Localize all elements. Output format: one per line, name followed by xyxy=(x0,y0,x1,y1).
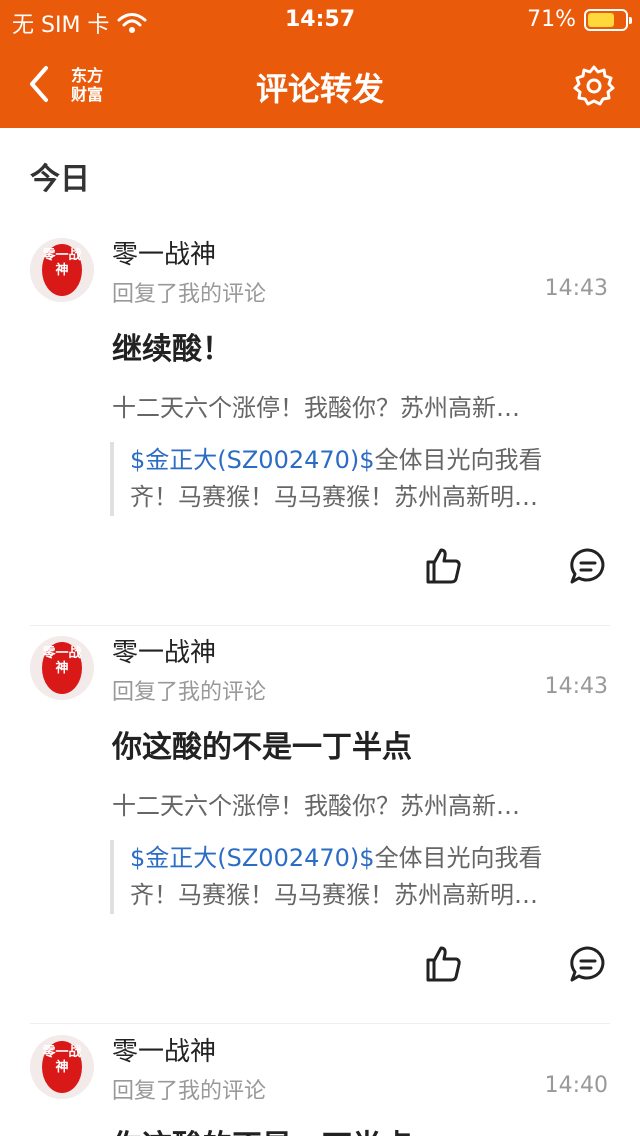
status-bar: 无 SIM 卡 14:57 71% xyxy=(0,0,640,40)
avatar-seal: 零一战神 xyxy=(42,244,82,296)
reply-content: 你这酸的不是一丁半点 xyxy=(112,1121,608,1136)
stock-link[interactable]: $金正大(SZ002470)$ xyxy=(130,844,375,872)
section-title-today: 今日 xyxy=(30,162,90,197)
page-title: 评论转发 xyxy=(255,70,384,108)
my-comment-text[interactable]: 十二天六个涨停！我酸你？苏州高新… xyxy=(112,786,588,821)
quoted-post[interactable]: $金正大(SZ002470)$全体目光向我看 齐！马赛猴！马马赛猴！苏州高新明… xyxy=(110,840,606,914)
gear-icon[interactable] xyxy=(572,64,616,108)
username[interactable]: 零一战神 xyxy=(112,234,216,271)
battery-percent: 71% xyxy=(527,7,576,32)
comment-time: 14:40 xyxy=(544,1073,608,1098)
action-text: 回复了我的评论 xyxy=(112,282,267,307)
comment-card[interactable]: 零一战神 零一战神 回复了我的评论 14:43 你这酸的不是一丁半点 十二天六个… xyxy=(30,626,610,1024)
thumbs-up-icon[interactable] xyxy=(424,944,464,984)
quote-text-line2: 齐！马赛猴！马马赛猴！苏州高新明… xyxy=(130,881,538,909)
avatar[interactable]: 零一战神 xyxy=(30,238,94,302)
comment-card[interactable]: 零一战神 零一战神 回复了我的评论 14:40 你这酸的不是一丁半点 xyxy=(30,1025,610,1136)
username[interactable]: 零一战神 xyxy=(112,1031,216,1068)
comment-card[interactable]: 零一战神 零一战神 回复了我的评论 14:43 继续酸！ 十二天六个涨停！我酸你… xyxy=(30,228,610,626)
battery-icon xyxy=(584,8,632,31)
thumbs-up-icon[interactable] xyxy=(424,546,464,586)
battery-fill xyxy=(588,12,614,27)
quoted-post[interactable]: $金正大(SZ002470)$全体目光向我看 齐！马赛猴！马马赛猴！苏州高新明… xyxy=(110,442,606,516)
quote-text-line2: 齐！马赛猴！马马赛猴！苏州高新明… xyxy=(130,483,538,511)
comment-icon[interactable] xyxy=(568,944,608,984)
app-header: 无 SIM 卡 14:57 71% 东方 财富 评论转发 xyxy=(0,0,640,128)
my-comment-text[interactable]: 十二天六个涨停！我酸你？苏州高新… xyxy=(112,388,588,423)
avatar[interactable]: 零一战神 xyxy=(30,1035,94,1099)
comment-icon[interactable] xyxy=(568,546,608,586)
comment-time: 14:43 xyxy=(544,276,608,301)
action-text: 回复了我的评论 xyxy=(112,1079,267,1104)
avatar[interactable]: 零一战神 xyxy=(30,636,94,700)
action-text: 回复了我的评论 xyxy=(112,680,267,705)
reply-content: 继续酸！ xyxy=(112,332,232,367)
reply-content: 你这酸的不是一丁半点 xyxy=(112,730,412,765)
nav-bar: 东方 财富 评论转发 xyxy=(0,40,640,128)
quote-text: 全体目光向我看 xyxy=(374,446,543,474)
username[interactable]: 零一战神 xyxy=(112,632,216,669)
avatar-seal: 零一战神 xyxy=(42,1041,82,1093)
avatar-seal: 零一战神 xyxy=(42,642,82,694)
quote-text: 全体目光向我看 xyxy=(374,844,543,872)
comment-time: 14:43 xyxy=(544,674,608,699)
stock-link[interactable]: $金正大(SZ002470)$ xyxy=(130,446,375,474)
